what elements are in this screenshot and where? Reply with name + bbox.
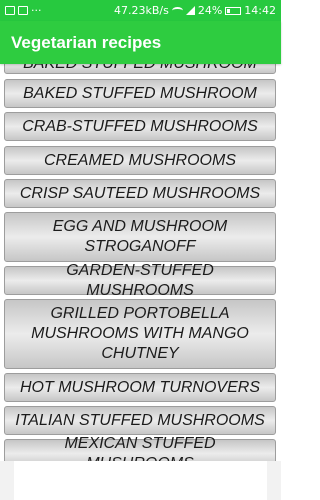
image-icon xyxy=(5,6,15,15)
recipe-label: GRILLED PORTOBELLA MUSHROOMS WITH MANGO … xyxy=(31,305,249,362)
recipe-label: CRISP SAUTEED MUSHROOMS xyxy=(19,184,261,202)
recipe-item[interactable]: ITALIAN STUFFED MUSHROOMS xyxy=(4,406,276,435)
recipe-label: MEXICAN STUFFED MUSHROOMS xyxy=(64,434,216,465)
battery-percent: 24% xyxy=(197,4,223,17)
status-bar: ··· 47.23kB/s 24% 14:42 xyxy=(0,0,281,21)
status-right: 47.23kB/s 24% 14:42 xyxy=(114,4,276,17)
recipe-item[interactable]: CRAB-STUFFED MUSHROOMS xyxy=(4,112,276,141)
clock: 14:42 xyxy=(244,4,276,17)
recipe-item[interactable]: GRILLED PORTOBELLA MUSHROOMS WITH MANGO … xyxy=(4,299,276,369)
recipe-item[interactable]: BAKED STUFFED MUSHROOM xyxy=(4,79,276,108)
recipe-label: CRAB-STUFFED MUSHROOMS xyxy=(22,117,258,135)
recipe-item[interactable]: EGG AND MUSHROOM STROGANOFF xyxy=(4,212,276,262)
lock-icon xyxy=(18,6,28,15)
more-icon: ··· xyxy=(31,4,42,17)
app-toolbar: Vegetarian recipes xyxy=(0,21,281,64)
battery-icon xyxy=(225,6,242,15)
recipe-item[interactable]: BAKED STUFFED MUSHROOM xyxy=(4,64,276,74)
recipe-label: GARDEN-STUFFED MUSHROOMS xyxy=(66,261,214,299)
recipe-label: EGG AND MUSHROOM STROGANOFF xyxy=(52,218,228,255)
network-speed: 47.23kB/s xyxy=(113,4,169,17)
bottom-blank-area xyxy=(0,461,281,500)
recipe-label: BAKED STUFFED MUSHROOM xyxy=(23,64,257,74)
recipe-item[interactable]: CRISP SAUTEED MUSHROOMS xyxy=(4,179,276,208)
recipe-label: HOT MUSHROOM TURNOVERS xyxy=(20,378,260,396)
recipe-label: CREAMED MUSHROOMS xyxy=(43,151,236,169)
recipe-item[interactable]: GARDEN-STUFFED MUSHROOMS xyxy=(4,262,276,299)
status-left: ··· xyxy=(5,4,42,17)
bottom-edge-left xyxy=(0,461,14,500)
recipe-label: ITALIAN STUFFED MUSHROOMS xyxy=(15,411,265,429)
wifi-icon xyxy=(171,7,183,14)
bottom-edge-right xyxy=(267,461,281,500)
recipe-item[interactable]: HOT MUSHROOM TURNOVERS xyxy=(4,373,276,402)
recipe-list[interactable]: BAKED STUFFED MUSHROOM BAKED STUFFED MUS… xyxy=(0,64,281,464)
recipe-item[interactable]: CREAMED MUSHROOMS xyxy=(4,146,276,175)
page-title: Vegetarian recipes xyxy=(11,32,162,52)
signal-icon xyxy=(185,6,195,15)
recipe-label: BAKED STUFFED MUSHROOM xyxy=(23,84,257,102)
